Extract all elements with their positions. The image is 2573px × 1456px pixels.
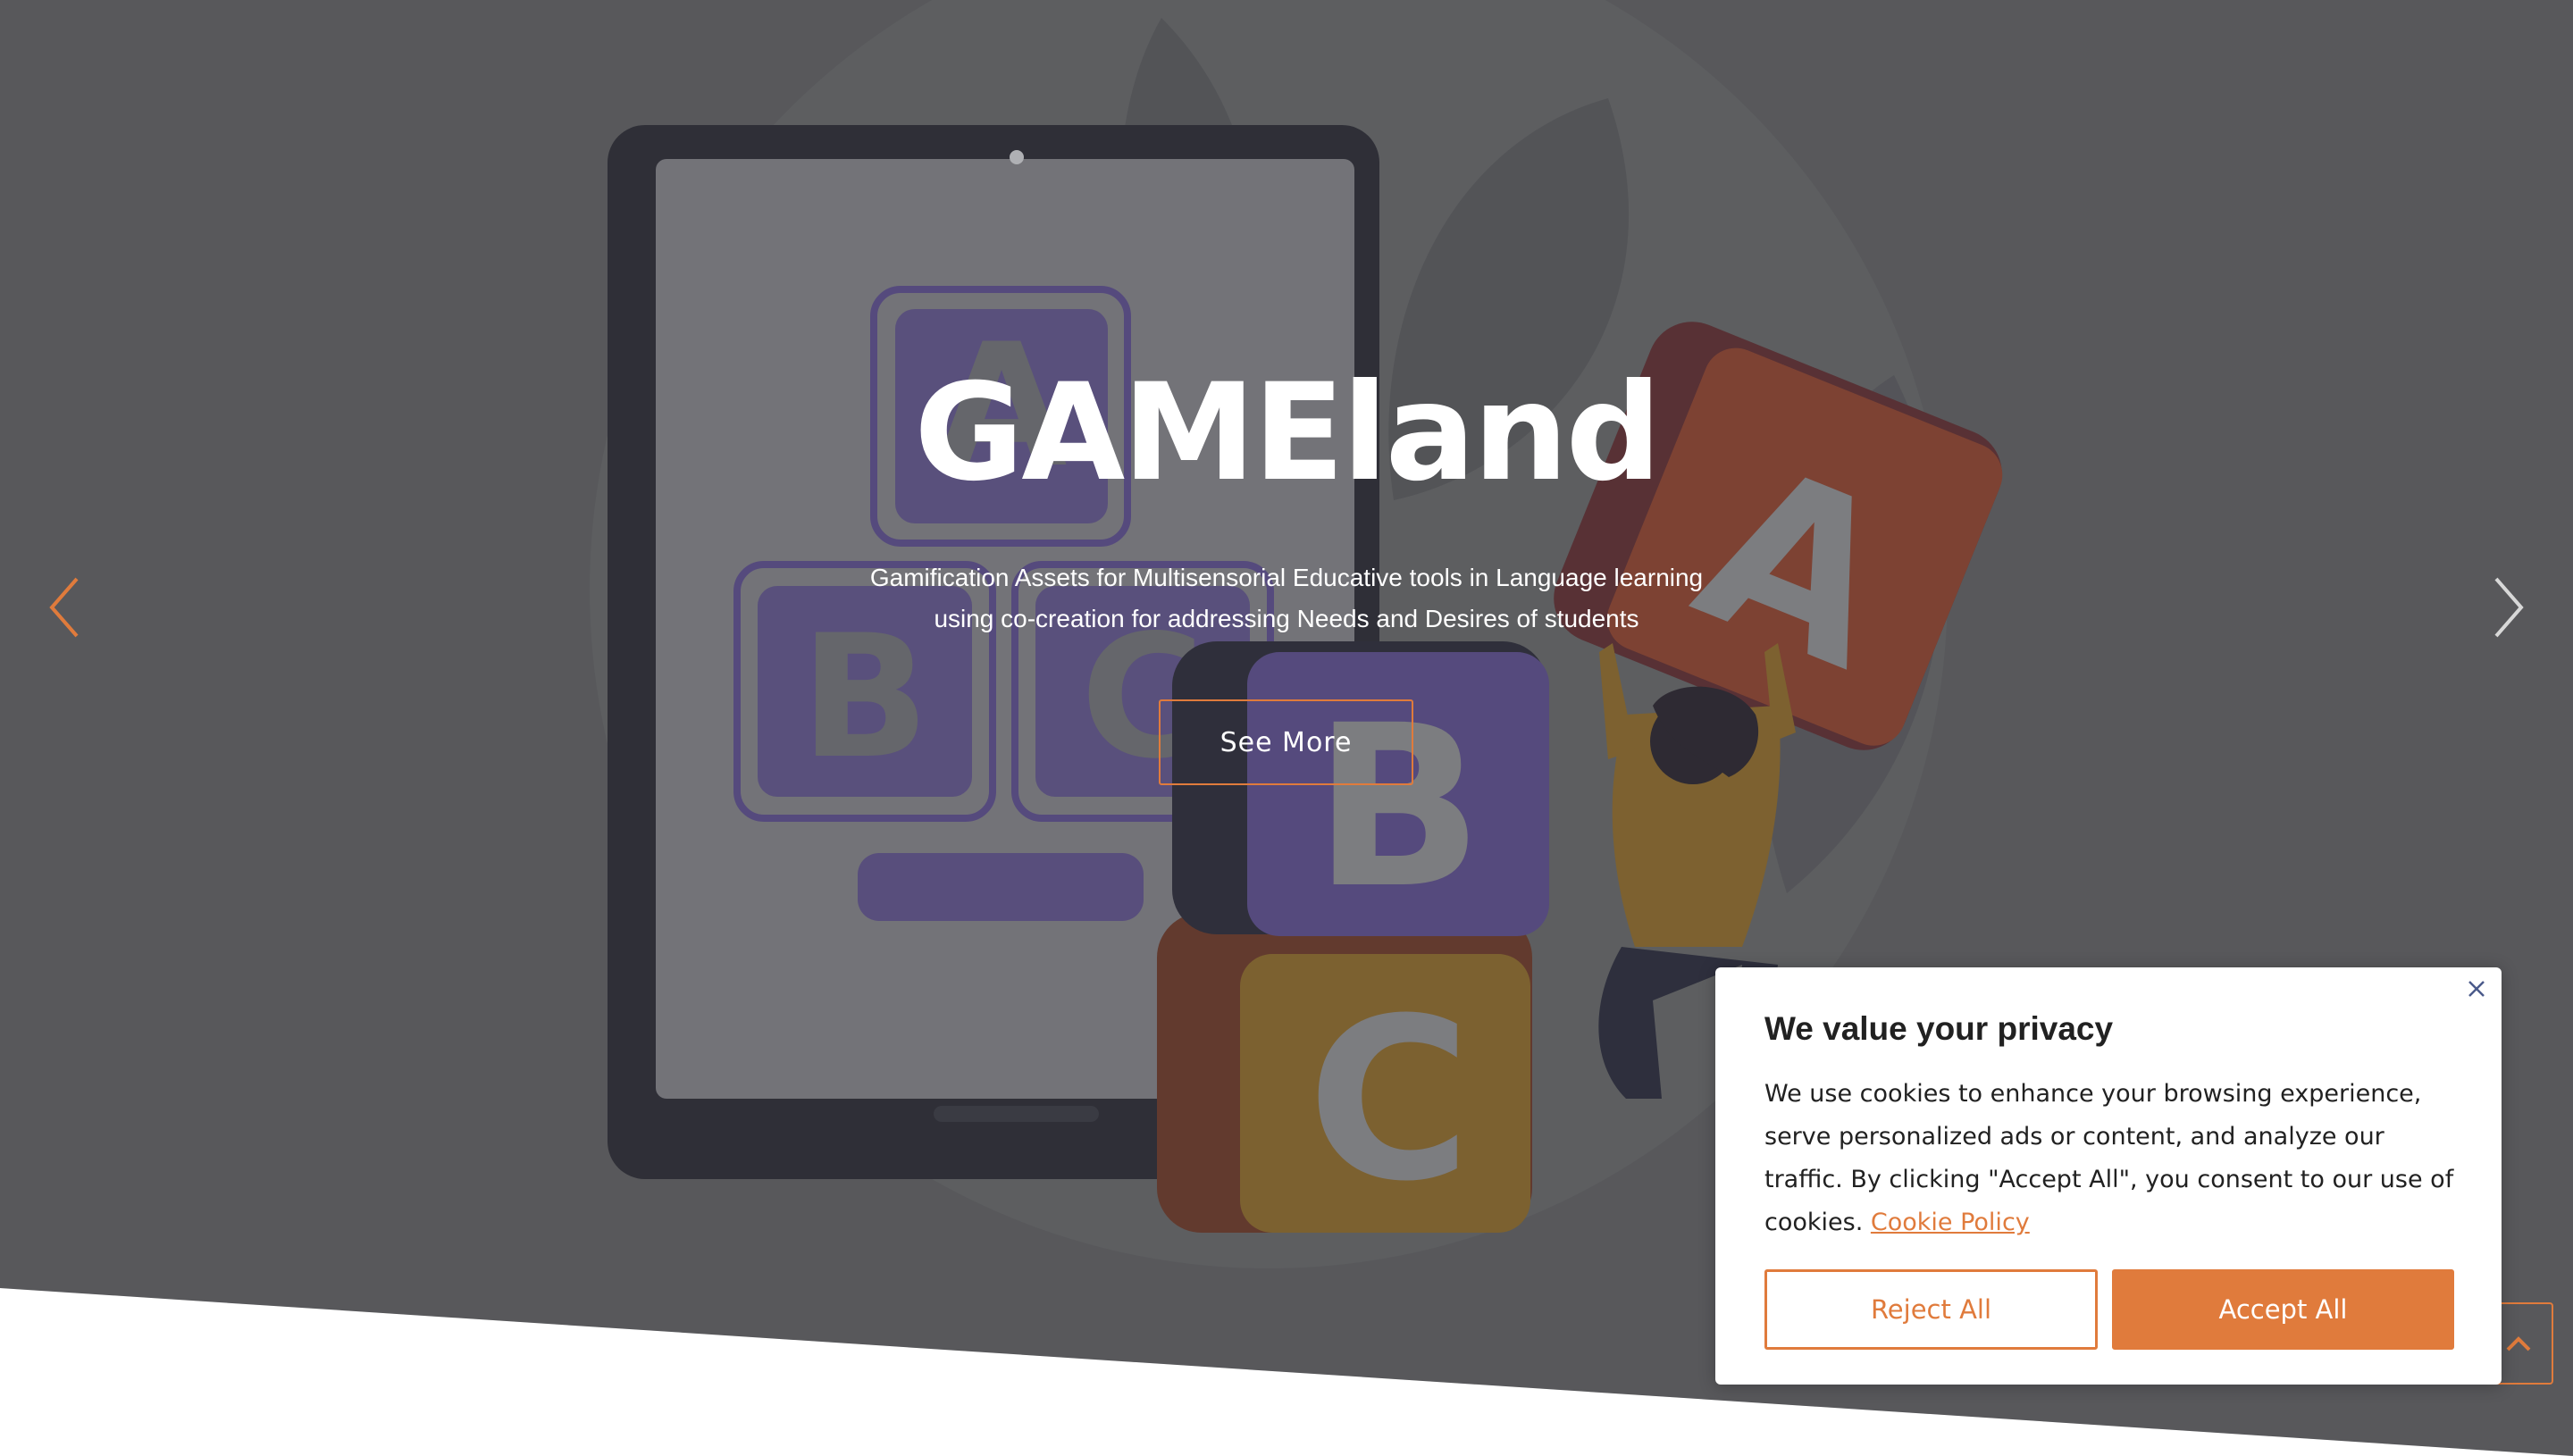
hero-subtitle-line: using co-creation for addressing Needs a… xyxy=(934,605,1639,632)
cookie-body: We use cookies to enhance your browsing … xyxy=(1764,1080,2454,1236)
chevron-right-icon xyxy=(2494,577,2524,638)
accept-all-button[interactable]: Accept All xyxy=(2112,1269,2454,1350)
cookie-consent-banner: We value your privacy We use cookies to … xyxy=(1715,967,2502,1385)
chevron-up-icon xyxy=(2506,1336,2531,1351)
hero-title: GAMEland xyxy=(914,356,1662,511)
cookie-title: We value your privacy xyxy=(1764,1010,2114,1047)
hero-subtitle: Gamification Assets for Multisensorial E… xyxy=(795,557,1778,640)
cookie-policy-link[interactable]: Cookie Policy xyxy=(1871,1209,2030,1236)
carousel-next-button[interactable] xyxy=(2480,572,2534,643)
reject-all-button[interactable]: Reject All xyxy=(1764,1269,2098,1350)
carousel-prev-button[interactable] xyxy=(39,572,93,643)
cookie-close-button[interactable] xyxy=(2464,976,2489,1001)
chevron-left-icon xyxy=(49,577,79,638)
close-icon xyxy=(2468,981,2485,997)
hero-subtitle-line: Gamification Assets for Multisensorial E… xyxy=(869,564,1704,591)
see-more-button[interactable]: See More xyxy=(1159,699,1413,785)
cookie-text: We use cookies to enhance your browsing … xyxy=(1764,1073,2470,1244)
